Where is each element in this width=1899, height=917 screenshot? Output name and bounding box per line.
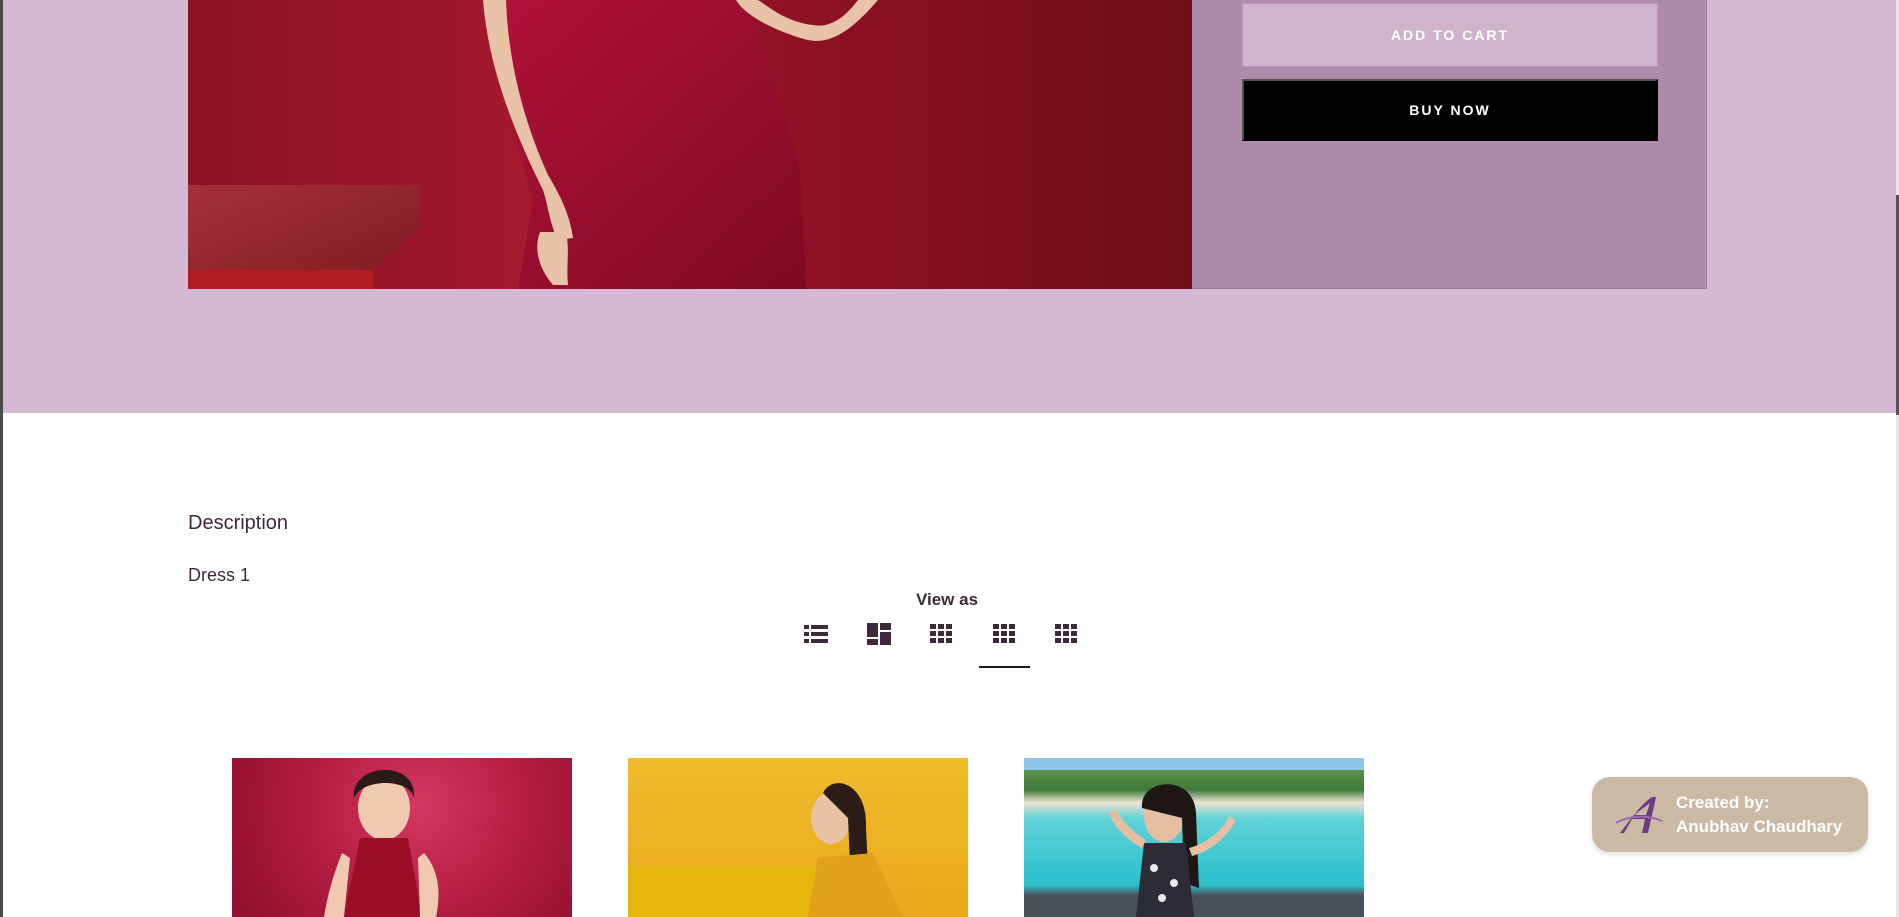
product-thumbnail-beach xyxy=(1024,758,1364,917)
grid-3-icon xyxy=(930,624,952,643)
grid-4-icon xyxy=(993,624,1015,643)
product-card-floral-dress[interactable] xyxy=(1024,758,1364,917)
description-heading: Description xyxy=(188,512,289,534)
collage-view-button[interactable] xyxy=(859,618,899,650)
product-photo-red-dress xyxy=(188,0,878,289)
product-card-red-dress[interactable] xyxy=(232,758,572,917)
list-view-button[interactable] xyxy=(796,618,836,650)
view-as-label: View as xyxy=(915,590,979,609)
description-text: Dress 1 xyxy=(188,565,251,585)
buy-now-button[interactable]: BUY NOW xyxy=(1242,79,1658,141)
creator-credit-badge[interactable]: Created by: Anubhav Chaudhary xyxy=(1592,777,1868,852)
selected-view-indicator xyxy=(979,666,1030,668)
grid-4-view-button[interactable] xyxy=(984,618,1024,650)
grid-5-view-button[interactable] xyxy=(1046,618,1086,650)
product-thumbnail-red xyxy=(324,769,439,917)
credit-line-2: Anubhav Chaudhary xyxy=(1676,816,1843,836)
creator-logo-icon xyxy=(1615,796,1663,833)
product-card-yellow-dress[interactable] xyxy=(628,758,968,917)
product-main-image xyxy=(188,0,1192,289)
product-thumbnail-yellow xyxy=(628,783,903,917)
credit-line-1: Created by: xyxy=(1676,792,1770,812)
list-view-icon xyxy=(804,625,828,643)
add-to-cart-button[interactable]: ADD TO CART xyxy=(1242,3,1658,67)
grid-3-view-button[interactable] xyxy=(921,618,961,650)
collage-view-icon xyxy=(867,623,891,645)
grid-5-icon xyxy=(1055,624,1077,643)
